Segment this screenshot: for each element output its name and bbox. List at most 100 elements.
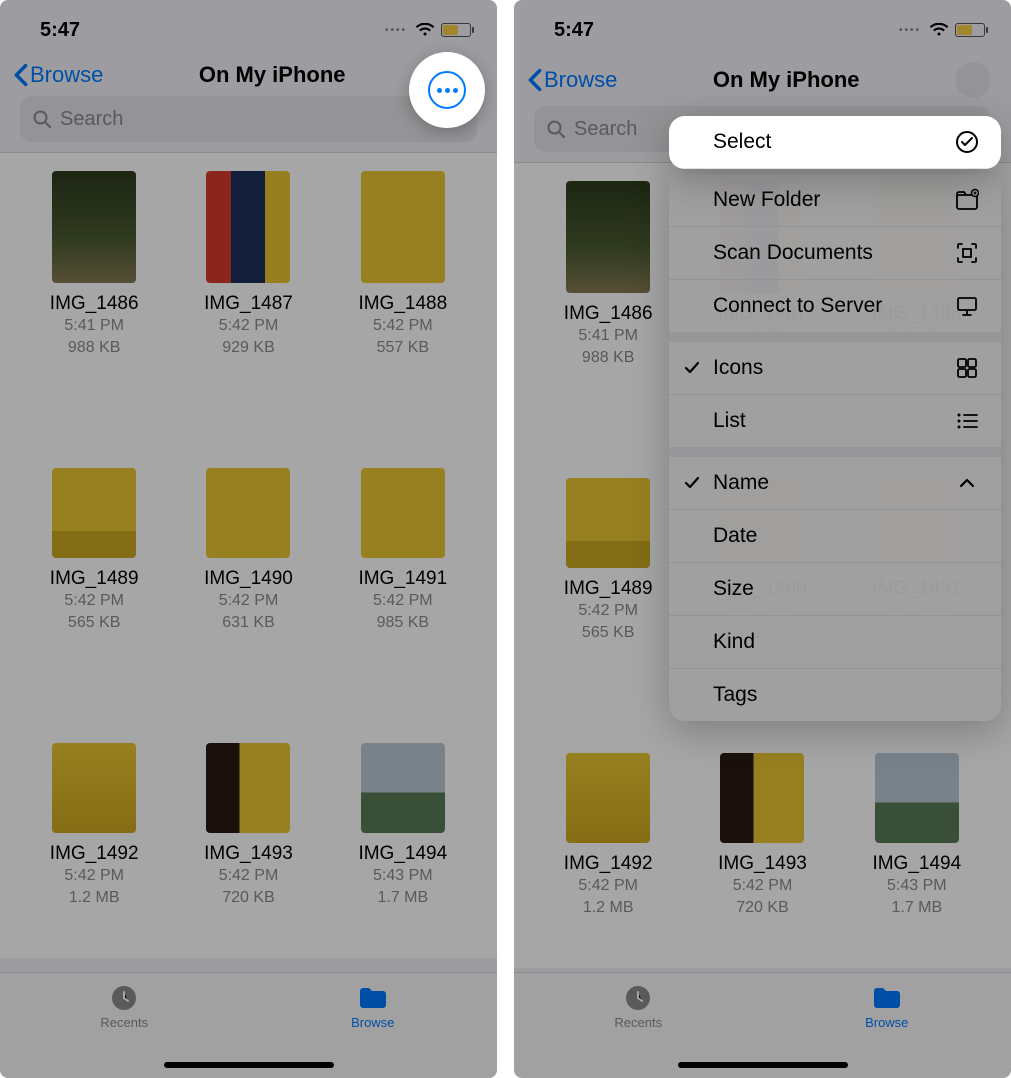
file-name: IMG_1488: [358, 293, 447, 315]
menu-item-sort-name[interactable]: Name: [669, 457, 1001, 510]
file-item[interactable]: IMG_14905:42 PM631 KB: [174, 468, 322, 683]
menu-item-icons-view[interactable]: Icons: [669, 342, 1001, 395]
file-time: 5:42 PM: [219, 865, 279, 887]
file-name: IMG_1492: [50, 843, 139, 865]
scan-icon: [955, 241, 979, 265]
file-item[interactable]: IMG_14915:42 PM985 KB: [329, 468, 477, 683]
file-name: IMG_1486: [50, 293, 139, 315]
search-icon: [546, 119, 566, 139]
file-size: 929 KB: [222, 337, 274, 359]
thumbnail: [720, 753, 804, 843]
file-item[interactable]: IMG_14895:42 PM565 KB: [534, 478, 682, 693]
more-button[interactable]: [428, 71, 466, 109]
file-time: 5:42 PM: [578, 600, 638, 622]
file-grid[interactable]: IMG_14865:41 PM988 KBIMG_14875:42 PM929 …: [0, 152, 497, 958]
file-size: 988 KB: [68, 337, 120, 359]
chevron-up-icon: [955, 471, 979, 495]
tab-label: Recents: [614, 1015, 662, 1030]
page-title: On My iPhone: [713, 67, 860, 93]
thumbnail: [566, 478, 650, 568]
wifi-icon: [415, 23, 435, 37]
file-time: 5:42 PM: [219, 590, 279, 612]
back-button[interactable]: Browse: [528, 67, 617, 93]
file-size: 631 KB: [222, 612, 274, 634]
file-time: 5:41 PM: [64, 315, 124, 337]
thumbnail: [206, 468, 290, 558]
file-name: IMG_1486: [564, 303, 653, 325]
checkmark-icon: [683, 359, 701, 377]
menu-item-sort-kind[interactable]: Kind: [669, 616, 1001, 669]
tab-label: Browse: [351, 1015, 394, 1030]
more-button[interactable]: [955, 62, 991, 98]
file-item[interactable]: IMG_14935:42 PM720 KB: [688, 753, 836, 968]
file-name: IMG_1494: [872, 853, 961, 875]
thumbnail: [566, 181, 650, 293]
thumbnail: [52, 171, 136, 283]
status-bar: 5:47 ••••: [0, 0, 497, 52]
context-menu: Select: [669, 116, 1001, 169]
file-name: IMG_1491: [358, 568, 447, 590]
file-item[interactable]: IMG_14875:42 PM929 KB: [174, 171, 322, 408]
file-item[interactable]: IMG_14945:43 PM1.7 MB: [843, 753, 991, 968]
cell-signal-icon: ••••: [899, 25, 921, 36]
file-item[interactable]: IMG_14895:42 PM565 KB: [20, 468, 168, 683]
file-size: 1.7 MB: [891, 897, 942, 919]
menu-label: List: [713, 409, 746, 433]
chevron-left-icon: [14, 63, 28, 87]
menu-item-sort-size[interactable]: Size: [669, 563, 1001, 616]
clock: 5:47: [554, 19, 594, 42]
menu-label: Kind: [713, 630, 755, 654]
file-item[interactable]: IMG_14925:42 PM1.2 MB: [534, 753, 682, 968]
file-name: IMG_1493: [718, 853, 807, 875]
file-item[interactable]: IMG_14925:42 PM1.2 MB: [20, 743, 168, 958]
file-size: 1.2 MB: [583, 897, 634, 919]
thumbnail: [875, 753, 959, 843]
thumbnail: [206, 743, 290, 833]
menu-item-sort-tags[interactable]: Tags: [669, 669, 1001, 721]
file-size: 565 KB: [582, 622, 634, 644]
home-indicator[interactable]: [678, 1062, 848, 1068]
search-input[interactable]: [60, 108, 465, 131]
thumbnail: [361, 468, 445, 558]
menu-item-scan[interactable]: Scan Documents: [669, 227, 1001, 280]
ellipsis-icon: [437, 88, 458, 93]
file-item[interactable]: IMG_14865:41 PM988 KB: [534, 181, 682, 418]
menu-label: Connect to Server: [713, 294, 882, 318]
thumbnail: [361, 743, 445, 833]
more-button-highlight: [409, 52, 485, 128]
back-button[interactable]: Browse: [14, 62, 103, 88]
menu-item-connect[interactable]: Connect to Server: [669, 280, 1001, 332]
menu-label: Size: [713, 577, 754, 601]
chevron-left-icon: [528, 68, 542, 92]
tab-label: Browse: [865, 1015, 908, 1030]
menu-item-list-view[interactable]: List: [669, 395, 1001, 447]
context-menu-body: New Folder Scan Documents Connect to Ser…: [669, 174, 1001, 721]
thumbnail: [52, 743, 136, 833]
file-time: 5:42 PM: [578, 875, 638, 897]
file-time: 5:42 PM: [373, 315, 433, 337]
file-time: 5:43 PM: [373, 865, 433, 887]
select-check-icon: [955, 130, 979, 154]
file-item[interactable]: IMG_14885:42 PM557 KB: [329, 171, 477, 408]
file-time: 5:43 PM: [887, 875, 947, 897]
file-name: IMG_1494: [358, 843, 447, 865]
search-bar[interactable]: [20, 96, 477, 142]
file-size: 988 KB: [582, 347, 634, 369]
menu-label: Select: [713, 130, 771, 154]
menu-item-sort-date[interactable]: Date: [669, 510, 1001, 563]
home-indicator[interactable]: [164, 1062, 334, 1068]
file-item[interactable]: IMG_14865:41 PM988 KB: [20, 171, 168, 408]
tab-bar: Recents Browse: [514, 972, 1011, 1078]
menu-item-new-folder[interactable]: New Folder: [669, 174, 1001, 227]
menu-item-select[interactable]: Select: [669, 116, 1001, 169]
thumbnail: [52, 468, 136, 558]
back-label: Browse: [30, 62, 103, 88]
file-time: 5:42 PM: [64, 865, 124, 887]
menu-label: Scan Documents: [713, 241, 873, 265]
file-item[interactable]: IMG_14945:43 PM1.7 MB: [329, 743, 477, 958]
list-icon: [955, 409, 979, 433]
file-item[interactable]: IMG_14935:42 PM720 KB: [174, 743, 322, 958]
thumbnail: [361, 171, 445, 283]
checkmark-icon: [683, 474, 701, 492]
file-name: IMG_1487: [204, 293, 293, 315]
